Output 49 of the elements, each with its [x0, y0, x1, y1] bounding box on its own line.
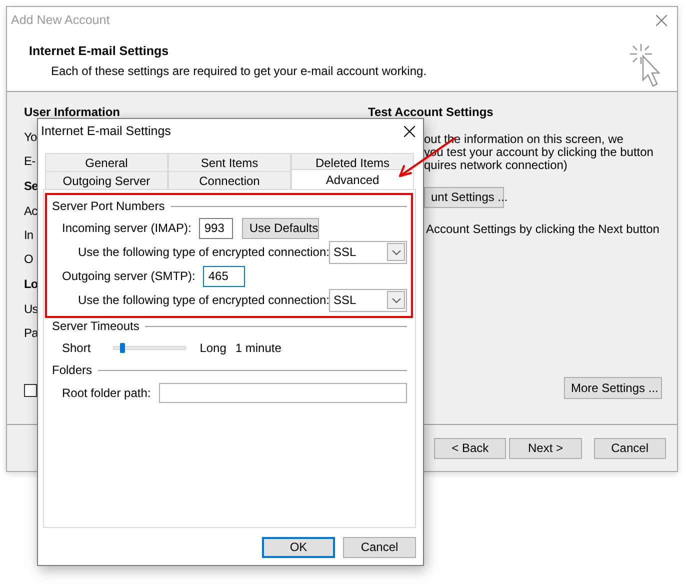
timeout-value: 1 minute	[235, 340, 282, 357]
group-label: Server Port Numbers	[52, 198, 165, 215]
wizard-button[interactable]: < Back	[434, 438, 506, 458]
field-label: O	[24, 251, 33, 268]
more-settings-button[interactable]: More Settings ...	[564, 377, 662, 399]
window-title: Add New Account	[11, 12, 110, 29]
dialog-button[interactable]: Cancel	[343, 537, 416, 558]
field-label: Root folder path:	[62, 385, 151, 402]
slider-thumb[interactable]	[120, 343, 126, 353]
section-heading: Test Account Settings	[368, 104, 494, 121]
path-field[interactable]	[158, 383, 407, 403]
wizard-button[interactable]: Cancel	[594, 438, 666, 458]
slider-track[interactable]	[112, 346, 186, 350]
dialog-button[interactable]: OK	[262, 537, 335, 558]
caret-icon	[392, 298, 400, 302]
field-label: Incoming server (IMAP):	[62, 220, 192, 237]
tab[interactable]: Connection	[168, 171, 291, 189]
field-label: Outgoing server (SMTP):	[62, 268, 196, 285]
tab[interactable]: Outgoing Server	[45, 171, 168, 189]
caret-icon	[392, 250, 400, 254]
section-title: Internet E-mail Settings	[29, 43, 170, 60]
dialog-title: Internet E-mail Settings	[41, 122, 171, 140]
section-heading: User Information	[24, 104, 120, 121]
section-subtitle: Each of these settings are required to get your e-mail account working.	[50, 62, 427, 80]
encryption-dropdown[interactable]: SSL	[329, 288, 407, 312]
wizard-button[interactable]: Next >	[509, 438, 582, 458]
paragraph-line: quires network connection)	[424, 159, 568, 172]
slider-label: Short	[62, 340, 91, 357]
slider-label: Long	[200, 340, 226, 357]
section-heading: Se	[24, 178, 38, 195]
tab[interactable]: General	[45, 153, 168, 171]
checkbox[interactable]	[24, 384, 37, 397]
field-label: Yo	[24, 129, 37, 146]
section-heading: Lo	[24, 276, 38, 293]
field-label: Use the following type of encrypted connection:	[78, 244, 330, 261]
close-icon[interactable]	[404, 126, 415, 136]
tab[interactable]: Sent Items	[168, 153, 291, 171]
port-field[interactable]: 465	[203, 266, 246, 286]
field-label: Ac	[24, 203, 38, 220]
port-field[interactable]: 993	[199, 218, 234, 238]
tab[interactable]: Advanced	[291, 169, 414, 189]
field-label: E-	[24, 153, 36, 170]
instruction-text: Account Settings by clicking the Next button	[426, 221, 660, 238]
group-label: Server Timeouts	[52, 318, 140, 335]
field-label: In	[24, 227, 34, 244]
group-label: Folders	[52, 362, 92, 379]
use-defaults-button[interactable]: Use Defaults	[242, 218, 320, 238]
field-label: Use the following type of encrypted connection:	[78, 292, 330, 309]
encryption-dropdown[interactable]: SSL	[329, 240, 407, 264]
